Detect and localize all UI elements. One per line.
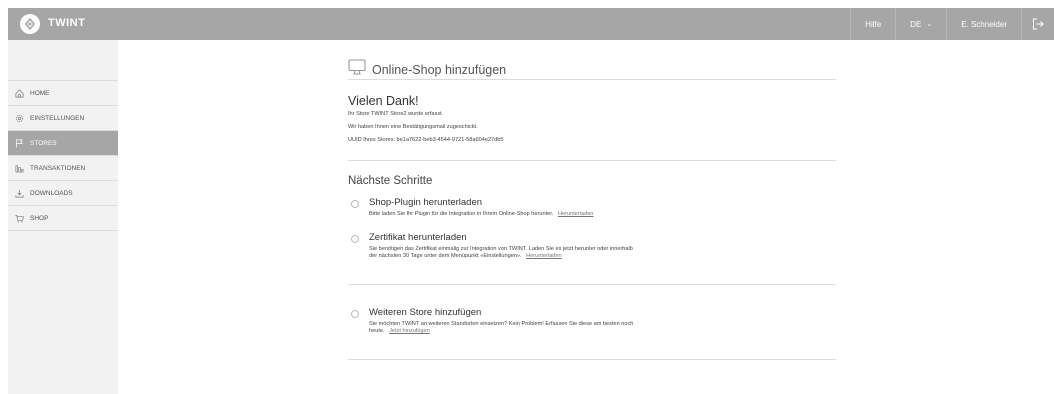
logout-icon[interactable] (1021, 8, 1054, 40)
confirmation-mail-text: Wir haben Ihnen eine Bestätigungsmail zu… (348, 124, 478, 130)
monitor-icon (348, 58, 366, 76)
page-title: Online-Shop hinzufügen (372, 63, 507, 77)
top-nav: Hilfe DE ⌄ E. Schneider (850, 8, 1054, 40)
sidebar-item-label: HOME (30, 89, 50, 97)
flag-icon (14, 138, 24, 148)
home-icon (14, 88, 24, 98)
store-registered-text: Ihr Store TWINT Store2 wurde erfasst. (348, 111, 444, 117)
user-menu[interactable]: E. Schneider (946, 8, 1021, 40)
sidebar-item-home[interactable]: HOME (8, 81, 118, 106)
gear-icon (14, 113, 24, 123)
twint-logo-icon[interactable] (20, 14, 40, 34)
bar-chart-icon (14, 163, 24, 173)
step-plugin: Shop-Plugin herunterladen Bitte laden Si… (348, 197, 836, 232)
sidebar-item-shop[interactable]: SHOP (8, 206, 118, 231)
sidebar-item-transactions[interactable]: TRANSAKTIONEN (8, 156, 118, 181)
add-store-link[interactable]: Jetzt hinzufügen (389, 328, 430, 334)
step-title: Shop-Plugin herunterladen (369, 197, 483, 208)
sidebar-item-settings[interactable]: EINSTELLUNGEN (8, 106, 118, 131)
step-title: Zertifikat herunterladen (369, 232, 467, 243)
step-description-cont: der nächsten 30 Tage unter dem Menüpunkt… (369, 253, 522, 259)
divider (348, 359, 836, 360)
sidebar-item-stores[interactable]: STORES (8, 131, 118, 156)
sidebar: HOME EINSTELLUNGEN STORES TRANSAKTIONEN (8, 40, 118, 394)
main-content: Online-Shop hinzufügen Vielen Dank! Ihr … (118, 40, 1054, 394)
sidebar-item-downloads[interactable]: DOWNLOADS (8, 181, 118, 206)
step-radio[interactable] (351, 200, 359, 208)
step-radio[interactable] (351, 310, 359, 318)
step-radio[interactable] (351, 235, 359, 243)
help-link[interactable]: Hilfe (850, 8, 895, 40)
sidebar-item-label: DOWNLOADS (30, 189, 73, 197)
step-description: Bitte laden Sie Ihr Plugin für die Integ… (369, 211, 554, 217)
divider (348, 284, 836, 285)
confirmation-section: Vielen Dank! Ihr Store TWINT Store2 wurd… (348, 80, 836, 161)
step-description-cont: heute. (369, 328, 385, 334)
next-steps-heading: Nächste Schritte (348, 175, 433, 187)
app-frame: TWINT Hilfe DE ⌄ E. Schneider HOME EINST… (0, 0, 1054, 394)
cart-icon (14, 213, 24, 223)
step-description: Sie möchten TWINT an weiteren Standorten… (369, 321, 634, 327)
brand-name: TWINT (48, 17, 86, 29)
sidebar-item-label: EINSTELLUNGEN (30, 114, 85, 122)
thanks-heading: Vielen Dank! (348, 94, 419, 108)
page-header: Online-Shop hinzufügen (348, 40, 836, 80)
sidebar-item-label: SHOP (30, 214, 49, 222)
sidebar-item-label: TRANSAKTIONEN (30, 164, 86, 172)
store-uuid-text: UUID Ihres Stores: be1a7622-beb3-4544-97… (348, 137, 504, 143)
language-label: DE (910, 19, 922, 29)
download-certificate-link[interactable]: Herunterladen (526, 253, 561, 259)
download-plugin-link[interactable]: Herunterladen (558, 211, 593, 217)
next-steps-section: Nächste Schritte Shop-Plugin herunterlad… (348, 161, 836, 360)
step-description: Sie benötigen das Zertifikat einmalig zu… (369, 246, 633, 252)
step-title: Weiteren Store hinzufügen (369, 307, 482, 318)
step-add-store: Weiteren Store hinzufügen Sie möchten TW… (348, 307, 836, 359)
sidebar-nav: HOME EINSTELLUNGEN STORES TRANSAKTIONEN (8, 80, 118, 231)
language-select[interactable]: DE ⌄ (895, 8, 946, 40)
download-icon (14, 188, 24, 198)
top-bar: TWINT Hilfe DE ⌄ E. Schneider (8, 8, 1054, 40)
chevron-down-icon: ⌄ (926, 21, 933, 28)
sidebar-item-label: STORES (30, 139, 57, 147)
step-certificate: Zertifikat herunterladen Sie benötigen d… (348, 232, 836, 284)
content-column: Online-Shop hinzufügen Vielen Dank! Ihr … (348, 40, 836, 360)
